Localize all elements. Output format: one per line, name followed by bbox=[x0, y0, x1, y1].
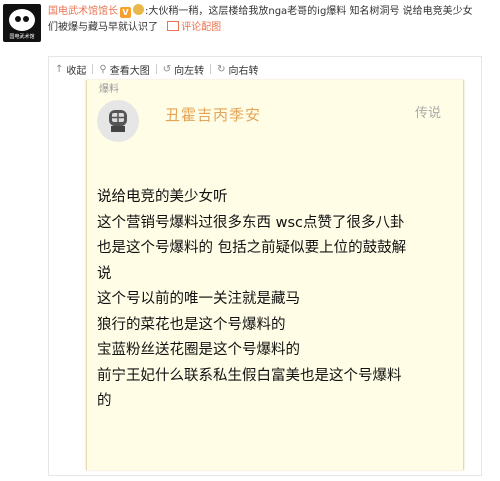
collapse-button[interactable]: ↑ 收起 bbox=[49, 62, 92, 77]
image-top-tab: 爆料 bbox=[99, 84, 119, 95]
body-line: 前宁王妃什么联系私生假白富美也是这个号爆料 bbox=[97, 367, 402, 384]
poster-avatar bbox=[97, 100, 139, 142]
body-line: 这个营销号爆料过很多东西 wsc点赞了很多八卦 bbox=[97, 214, 405, 231]
search-icon: ⚲ bbox=[99, 63, 107, 75]
user-avatar[interactable]: 国电武术馆 bbox=[3, 4, 41, 42]
collapse-label: 收起 bbox=[66, 65, 87, 77]
body-line: 说 bbox=[97, 265, 112, 282]
weibo-post: 国电武术馆馆长 V :大伙稍一稍，这层楼给我放nga老哥的ig爆料 知名树洞号 说给… bbox=[48, 4, 496, 36]
screenshot-image[interactable]: 爆料 丑霍吉丙季安 传说 说给电竞的美少女听 这个营销号爆料过很多东西 wsc点… bbox=[86, 80, 464, 470]
rotate-right-button[interactable]: ↻ 向右转 bbox=[211, 62, 264, 77]
view-large-label: 查看大图 bbox=[109, 65, 150, 77]
image-toolbar: ↑ 收起 ⚲ 查看大图 ↺ 向左转 ↻ 向右转 bbox=[48, 56, 482, 81]
poster-nickname: 丑霍吉丙季安 bbox=[165, 106, 262, 124]
post-text-line-2: 们被爆与藏马早就认识了 bbox=[48, 22, 158, 33]
body-line: 宝蓝粉丝送花圈是这个号爆料的 bbox=[97, 342, 300, 358]
picture-icon bbox=[167, 21, 180, 31]
post-text-line-1: :大伙稍一稍，这层楼给我放nga老哥的ig爆料 知名树洞号 说给电竞美少女 bbox=[145, 6, 473, 17]
rotate-right-label: 向右转 bbox=[228, 65, 259, 77]
helmet-icon bbox=[109, 110, 127, 132]
panda-face bbox=[9, 9, 35, 31]
body-line: 的 bbox=[97, 393, 112, 409]
avatar-eye-left bbox=[15, 16, 21, 22]
rotate-left-label: 向左转 bbox=[174, 65, 205, 77]
rotate-left-button[interactable]: ↺ 向左转 bbox=[157, 62, 210, 77]
body-line: 这个号以前的唯一关注就是藏马 bbox=[97, 291, 300, 307]
post-line-2: 们被爆与藏马早就认识了 评论配图 bbox=[48, 20, 496, 36]
verified-badge-icon: V bbox=[120, 7, 131, 18]
avatar-caption: 国电武术馆 bbox=[9, 34, 35, 40]
post-body: 说给电竞的美少女听 这个营销号爆料过很多东西 wsc点赞了很多八卦 也是这个号爆… bbox=[97, 185, 457, 415]
username-link[interactable]: 国电武术馆馆长 bbox=[48, 6, 118, 17]
body-line: 说给电竞的美少女听 bbox=[97, 189, 228, 205]
comment-picture-link[interactable]: 评论配图 bbox=[167, 21, 222, 33]
crown-icon bbox=[133, 4, 144, 15]
corner-text: 传说 bbox=[415, 106, 442, 121]
comment-picture-label: 评论配图 bbox=[181, 22, 222, 33]
rotate-left-icon: ↺ bbox=[162, 63, 172, 75]
body-line: 也是这个号爆料的 包括之前疑似要上位的鼓鼓解 bbox=[97, 240, 407, 256]
rotate-right-icon: ↻ bbox=[217, 63, 226, 75]
post-line-1: 国电武术馆馆长 V :大伙稍一稍，这层楼给我放nga老哥的ig爆料 知名树洞号 说给… bbox=[48, 4, 496, 20]
avatar-eye-right bbox=[23, 16, 29, 22]
arrow-up-icon: ↑ bbox=[55, 63, 64, 75]
body-line: 狼行的菜花也是这个号爆料的 bbox=[97, 316, 286, 333]
view-large-button[interactable]: ⚲ 查看大图 bbox=[93, 62, 155, 77]
